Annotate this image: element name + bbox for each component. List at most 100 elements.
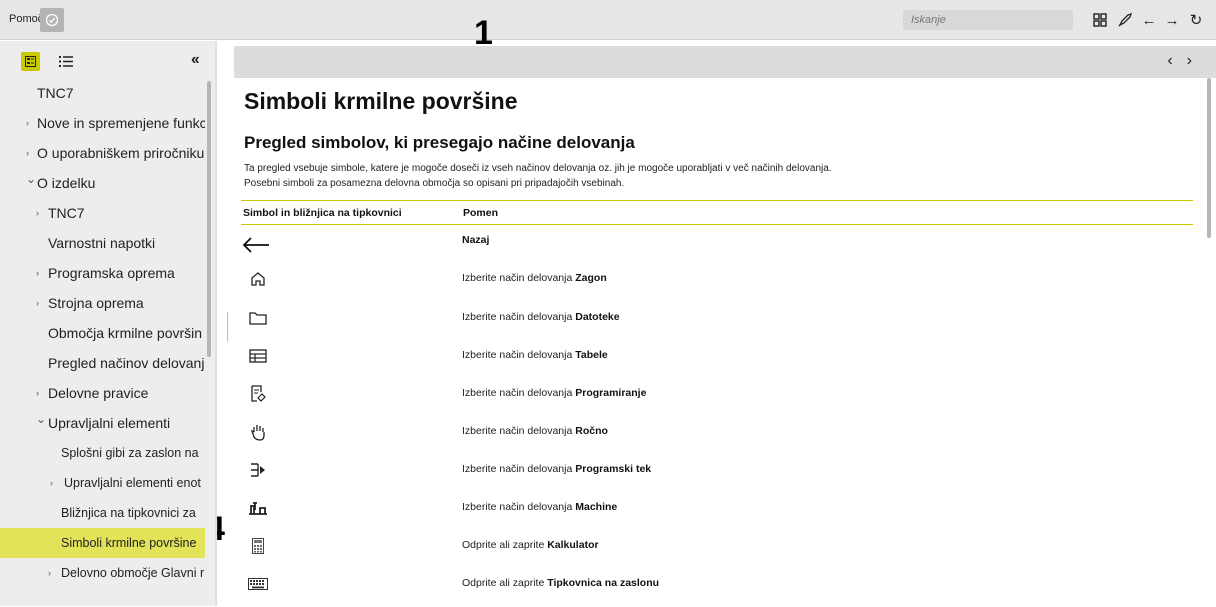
grid-icon[interactable] [1091,11,1109,29]
toc-item-label: Nove in spremenjene funkc [37,115,205,131]
toc-item[interactable]: Varnostni napotki [0,228,205,258]
expand-chevron-icon[interactable]: › [36,198,39,228]
expand-chevron-icon[interactable]: › [36,288,39,318]
keyboard-icon [243,569,273,599]
table-row: Izberite način delovanja Programiranje [241,379,1193,417]
meaning-prefix: Izberite način delovanja [462,425,576,437]
toc-item-label: Splošni gibi za zaslon na [61,446,199,460]
toc-header: ‹‹ [0,41,217,77]
toc-item-label: Simboli krmilne površine [61,536,197,550]
toc-item[interactable]: › Upravljalni elementi enot [0,468,205,498]
expand-chevron-icon[interactable]: › [36,258,39,288]
toc-item[interactable]: › Nove in spremenjene funkc [0,108,205,138]
column-header-meaning: Pomen [463,207,499,219]
check-button[interactable] [40,8,64,32]
list-view-button[interactable] [56,53,75,70]
help-content: Simboli krmilne površine Pregled simbolo… [234,78,1204,606]
collapse-chevron-icon[interactable]: ⌄ [26,168,36,194]
toc-item[interactable]: › O uporabniškem priročniku [0,138,205,168]
table-of-contents-panel: ‹‹ TNC7 › Nove in spremenjene funkc › O upor… [0,41,217,606]
table-icon [243,341,273,371]
meaning-prefix: Izberite način delovanja [462,349,576,361]
toc-item[interactable]: › Delovno območje Glavni r [0,558,205,588]
expand-chevron-icon[interactable]: › [36,378,39,408]
toc-item[interactable]: › Strojna oprema [0,288,205,318]
meaning-prefix: Odprite ali zaprite [462,539,548,551]
table-row: Izberite način delovanja Ročno [241,417,1193,455]
calculator-icon [243,531,273,561]
table-top-rule [241,200,1193,201]
row-meaning: Odprite ali zaprite Kalkulator [462,539,599,551]
rocket-icon[interactable] [1116,11,1134,29]
content-scrollbar[interactable] [1207,78,1211,238]
toc-item-label: O izdelku [37,175,96,191]
meaning-keyword: Tipkovnica na zaslonu [547,577,660,589]
meaning-keyword: Machine [575,501,618,513]
machine-icon [243,493,273,523]
panel-resize-handle[interactable] [227,312,228,342]
row-meaning: Izberite način delovanja Tabele [462,349,608,361]
program-edit-icon [243,379,273,409]
toc-item-label: Programska oprema [48,265,175,281]
row-meaning: Izberite način delovanja Zagon [462,272,607,284]
table-row: Odprite ali zaprite Kalkulator [241,531,1193,569]
forward-arrow-icon[interactable]: → [1163,11,1181,29]
next-page-icon[interactable]: › [1187,52,1206,69]
toc-item-label: Delovne pravice [48,385,149,401]
toc-view-button[interactable] [21,52,40,71]
toc-item[interactable]: ⌄ O izdelku [0,168,205,198]
expand-chevron-icon[interactable]: › [26,138,29,168]
toc-item[interactable]: ⌄ Upravljalni elementi [0,408,205,438]
refresh-icon[interactable]: ↻ [1187,11,1205,29]
program-run-icon [243,455,273,485]
meaning-keyword: Nazaj [462,234,490,246]
toc-item-label: Strojna oprema [48,295,144,311]
table-row: Izberite način delovanja Tabele [241,341,1193,379]
collapse-panel-icon[interactable]: ‹‹ [191,51,200,69]
toc-item[interactable]: › Delovne pravice [0,378,205,408]
toc-item[interactable]: › TNC7 [0,198,205,228]
expand-chevron-icon[interactable]: › [26,108,29,138]
description-line-1: Ta pregled vsebuje simbole, katere je mo… [244,163,832,174]
toc-item-label: Bližnjica na tipkovnici za [61,506,196,520]
toc-item[interactable]: Simboli krmilne površine [0,528,205,558]
table-row: Odprite ali zaprite Tipkovnica na zaslon… [241,569,1193,607]
collapse-chevron-icon[interactable]: ⌄ [36,408,46,434]
row-meaning: Odprite ali zaprite Tipkovnica na zaslon… [462,577,659,589]
toc-item[interactable]: › Programska oprema [0,258,205,288]
table-row: Izberite način delovanja Machine [241,493,1193,531]
row-meaning: Izberite način delovanja Programiranje [462,387,646,399]
list-icon [58,56,73,67]
toc-item-label: Upravljalni elementi [48,415,171,431]
toc-item[interactable]: TNC7 [0,78,205,108]
meaning-keyword: Kalkulator [547,539,599,551]
home-icon [243,264,273,294]
toc-item[interactable]: Pregled načinov delovanj [0,348,205,378]
meaning-prefix: Izberite način delovanja [462,463,576,475]
app-title: Pomoč [9,13,44,25]
expand-chevron-icon[interactable]: › [48,558,51,588]
toc-icon [25,56,36,67]
toc-item-label: Območja krmilne površin [48,325,203,341]
previous-page-icon[interactable]: ‹ [1167,52,1186,69]
folder-icon [243,303,273,333]
back-arrow-icon[interactable]: ← [1140,11,1158,29]
section-title: Pregled simbolov, ki presegajo načine de… [244,133,635,152]
toc-item[interactable]: Območja krmilne površin [0,318,205,348]
table-row: Nazaj [241,226,1193,264]
toc-scrollbar[interactable] [207,81,211,357]
table-row: Izberite način delovanja Datoteke [241,303,1193,341]
toc-item-label: Upravljalni elementi enot [64,476,201,490]
toc-item-label: Pregled načinov delovanj [48,355,205,371]
expand-chevron-icon[interactable]: › [50,468,53,498]
toc-item[interactable]: Splošni gibi za zaslon na [0,438,205,468]
search-input[interactable] [903,10,1073,30]
meaning-prefix: Izberite način delovanja [462,272,576,284]
table-row: Izberite način delovanja Zagon [241,264,1193,302]
toc-item-label: Varnostni napotki [48,235,156,251]
page-title: Simboli krmilne površine [244,88,518,114]
toc-item[interactable]: Bližnjica na tipkovnici za [0,498,205,528]
row-meaning: Izberite način delovanja Ročno [462,425,608,437]
meaning-prefix: Izberite način delovanja [462,311,576,323]
row-meaning: Nazaj [462,234,489,246]
